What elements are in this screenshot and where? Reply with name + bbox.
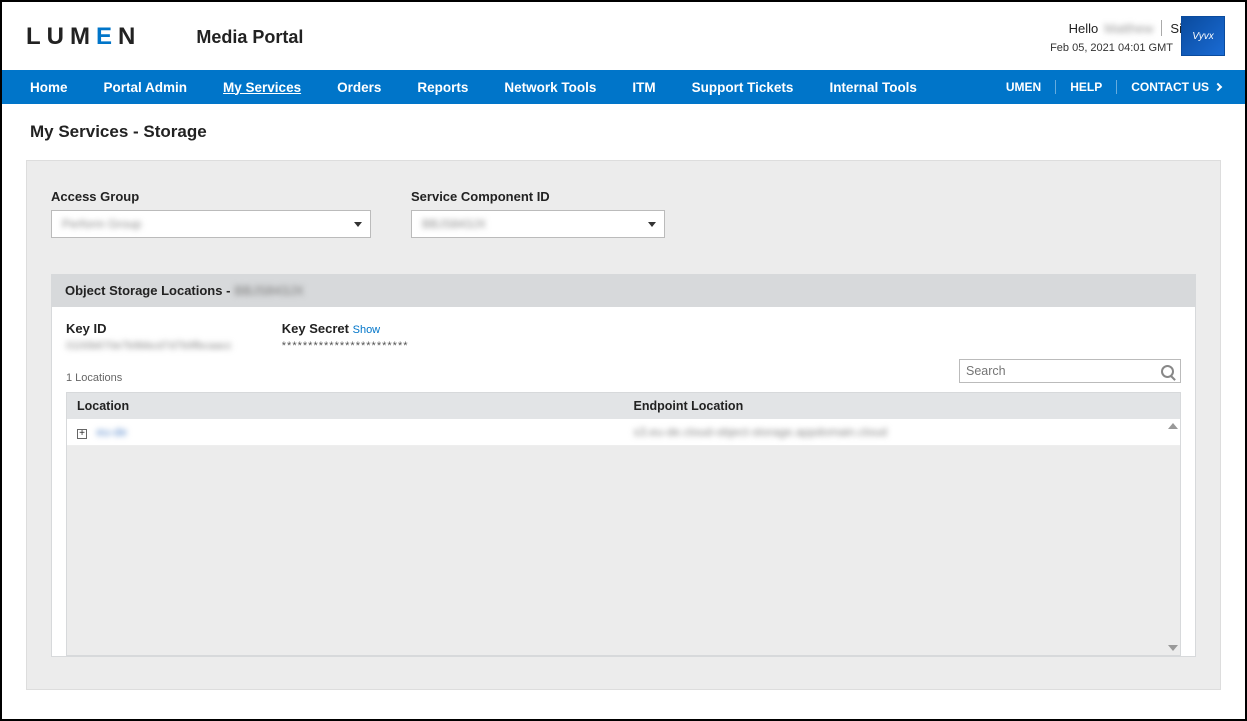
row-location-value[interactable]: eu-de — [96, 425, 127, 439]
table-row[interactable]: + eu-de s3.eu-de.cloud-object-storage.ap… — [67, 419, 1180, 446]
nav-right: UMEN HELP CONTACT US — [992, 80, 1235, 94]
col-location-header[interactable]: Location — [67, 393, 624, 419]
timestamp: Feb 05, 2021 04:01 GMT — [1050, 42, 1173, 54]
scroll-up-icon[interactable] — [1168, 423, 1178, 429]
cell-endpoint: s3.eu-de.cloud-object-storage.appdomain.… — [624, 419, 1181, 445]
nav-help[interactable]: HELP — [1055, 80, 1116, 94]
table-body[interactable]: + eu-de s3.eu-de.cloud-object-storage.ap… — [67, 419, 1180, 655]
header-bar: LUMEN Media Portal Hello Matthew Sign Ou… — [2, 2, 1245, 70]
chevron-right-icon — [1214, 83, 1222, 91]
app-frame: LUMEN Media Portal Hello Matthew Sign Ou… — [0, 0, 1247, 721]
filter-access-group: Access Group Perform Group — [51, 189, 371, 238]
service-component-value: BBJS843JX — [422, 217, 486, 231]
brand-logo: LUMEN — [26, 23, 141, 51]
brand-accent: E — [96, 23, 118, 50]
nav-orders[interactable]: Orders — [319, 80, 399, 95]
nav-reports[interactable]: Reports — [399, 80, 486, 95]
col-endpoint-header[interactable]: Endpoint Location — [624, 393, 1181, 419]
page-title-row: My Services - Storage — [2, 104, 1245, 154]
nav-bar: Home Portal Admin My Services Orders Rep… — [2, 70, 1245, 104]
user-divider — [1161, 20, 1162, 36]
nav-support-tickets[interactable]: Support Tickets — [674, 80, 812, 95]
filter-service-component: Service Component ID BBJS843JX — [411, 189, 665, 238]
access-group-select[interactable]: Perform Group — [51, 210, 371, 238]
nav-network-tools[interactable]: Network Tools — [486, 80, 614, 95]
expand-icon[interactable]: + — [77, 429, 87, 439]
search-box[interactable] — [959, 359, 1181, 383]
caret-down-icon — [648, 222, 656, 227]
key-id-value: 0100b670e7b9bbcd7d7b9fbcaacc — [66, 340, 232, 352]
page-title: My Services - Storage — [30, 122, 1217, 142]
greeting-label: Hello — [1069, 21, 1099, 36]
key-id-label: Key ID — [66, 321, 232, 336]
nav-home[interactable]: Home — [12, 80, 86, 95]
brand-post: N — [118, 23, 141, 50]
nav-my-services[interactable]: My Services — [205, 80, 319, 95]
partner-logo: Vyvx — [1181, 16, 1225, 56]
key-secret-col: Key Secret Show ************************ — [282, 321, 409, 352]
brand-pre: LUM — [26, 23, 96, 50]
table-head: Location Endpoint Location — [67, 393, 1180, 419]
section-title-id: BBJS843JX — [234, 283, 303, 298]
service-component-label: Service Component ID — [411, 189, 665, 204]
nav-contact-label: CONTACT US — [1131, 80, 1209, 94]
locations-table: Location Endpoint Location + eu-de s3.eu… — [66, 392, 1181, 656]
key-secret-label-text: Key Secret — [282, 321, 349, 336]
nav-umen[interactable]: UMEN — [992, 80, 1055, 94]
cell-location: + eu-de — [67, 419, 624, 445]
filter-row: Access Group Perform Group Service Compo… — [51, 189, 1196, 238]
key-id-col: Key ID 0100b670e7b9bbcd7d7b9fbcaacc — [66, 321, 232, 352]
user-name: Matthew — [1104, 21, 1153, 36]
access-group-label: Access Group — [51, 189, 371, 204]
search-icon[interactable] — [1161, 365, 1174, 378]
caret-down-icon — [354, 222, 362, 227]
nav-internal-tools[interactable]: Internal Tools — [811, 80, 935, 95]
main-panel: Access Group Perform Group Service Compo… — [26, 160, 1221, 690]
nav-contact-us[interactable]: CONTACT US — [1116, 80, 1235, 94]
key-secret-value: ************************ — [282, 340, 409, 352]
access-group-value: Perform Group — [62, 217, 141, 231]
partner-logo-text: Vyvx — [1192, 31, 1214, 42]
section-title-prefix: Object Storage Locations - — [65, 283, 230, 298]
scroll-down-icon[interactable] — [1168, 645, 1178, 651]
search-input[interactable] — [966, 364, 1161, 378]
portal-title: Media Portal — [196, 27, 303, 48]
section-header: Object Storage Locations - BBJS843JX — [51, 274, 1196, 307]
key-row: Key ID 0100b670e7b9bbcd7d7b9fbcaacc Key … — [66, 321, 1181, 352]
key-secret-label: Key Secret Show — [282, 321, 409, 336]
section-body: Key ID 0100b670e7b9bbcd7d7b9fbcaacc Key … — [51, 307, 1196, 657]
nav-itm[interactable]: ITM — [614, 80, 673, 95]
nav-portal-admin[interactable]: Portal Admin — [86, 80, 206, 95]
service-component-select[interactable]: BBJS843JX — [411, 210, 665, 238]
key-secret-show-link[interactable]: Show — [353, 324, 381, 336]
